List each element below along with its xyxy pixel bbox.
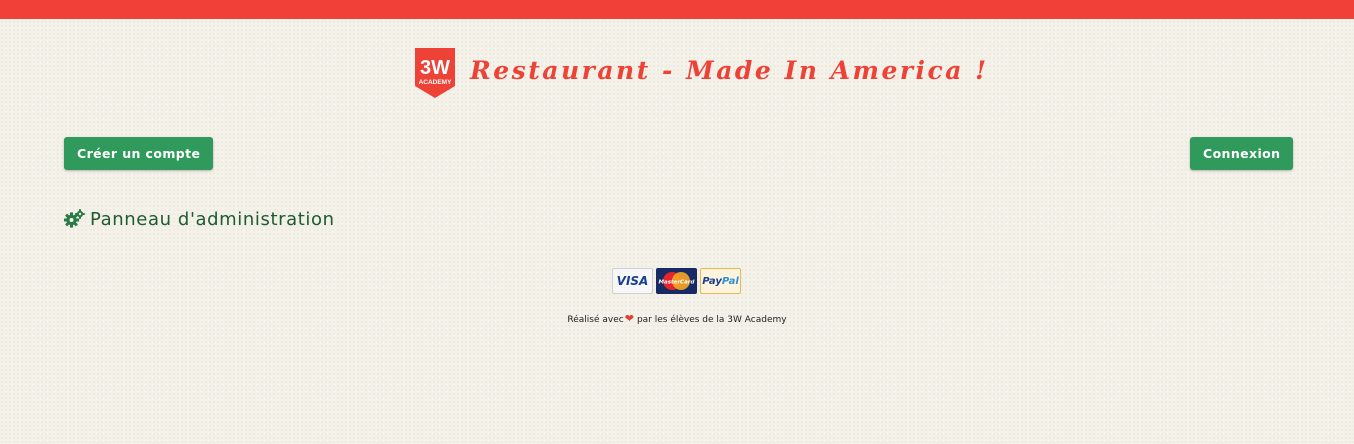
- logo-text: 3W: [420, 57, 450, 79]
- login-button[interactable]: Connexion: [1190, 137, 1294, 170]
- admin-panel-link[interactable]: Panneau d'administration: [64, 206, 335, 232]
- top-bar: [0, 0, 1354, 19]
- footer-text-after: par les élèves de la 3W Academy: [636, 315, 787, 325]
- visa-card-icon: VISA: [612, 268, 653, 294]
- payment-methods: VISA MasterCard Pay Pal: [612, 268, 744, 294]
- mastercard-label: MasterCard: [659, 280, 695, 286]
- site-title: Restaurant - Made In America !: [470, 56, 989, 85]
- paypal-card-icon: Pay Pal: [700, 268, 741, 294]
- paypal-pal-label: Pal: [721, 275, 739, 287]
- logo-subtext: ACADEMY: [419, 79, 453, 86]
- heart-icon: ❤: [624, 312, 634, 325]
- logo[interactable]: 3W ACADEMY: [412, 48, 458, 98]
- create-account-button[interactable]: Créer un compte: [64, 137, 214, 170]
- header: 3W ACADEMY Restaurant - Made In America …: [0, 48, 1354, 100]
- paypal-pay-label: Pay: [702, 275, 722, 287]
- visa-label: VISA: [616, 274, 649, 288]
- footer-text-before: Réalisé avec: [567, 315, 624, 325]
- footer-credit: Réalisé avec❤ par les élèves de la 3W Aca…: [0, 312, 1354, 325]
- mastercard-card-icon: MasterCard: [656, 268, 697, 294]
- admin-panel-label: Panneau d'administration: [90, 208, 335, 230]
- gears-icon: [64, 209, 85, 228]
